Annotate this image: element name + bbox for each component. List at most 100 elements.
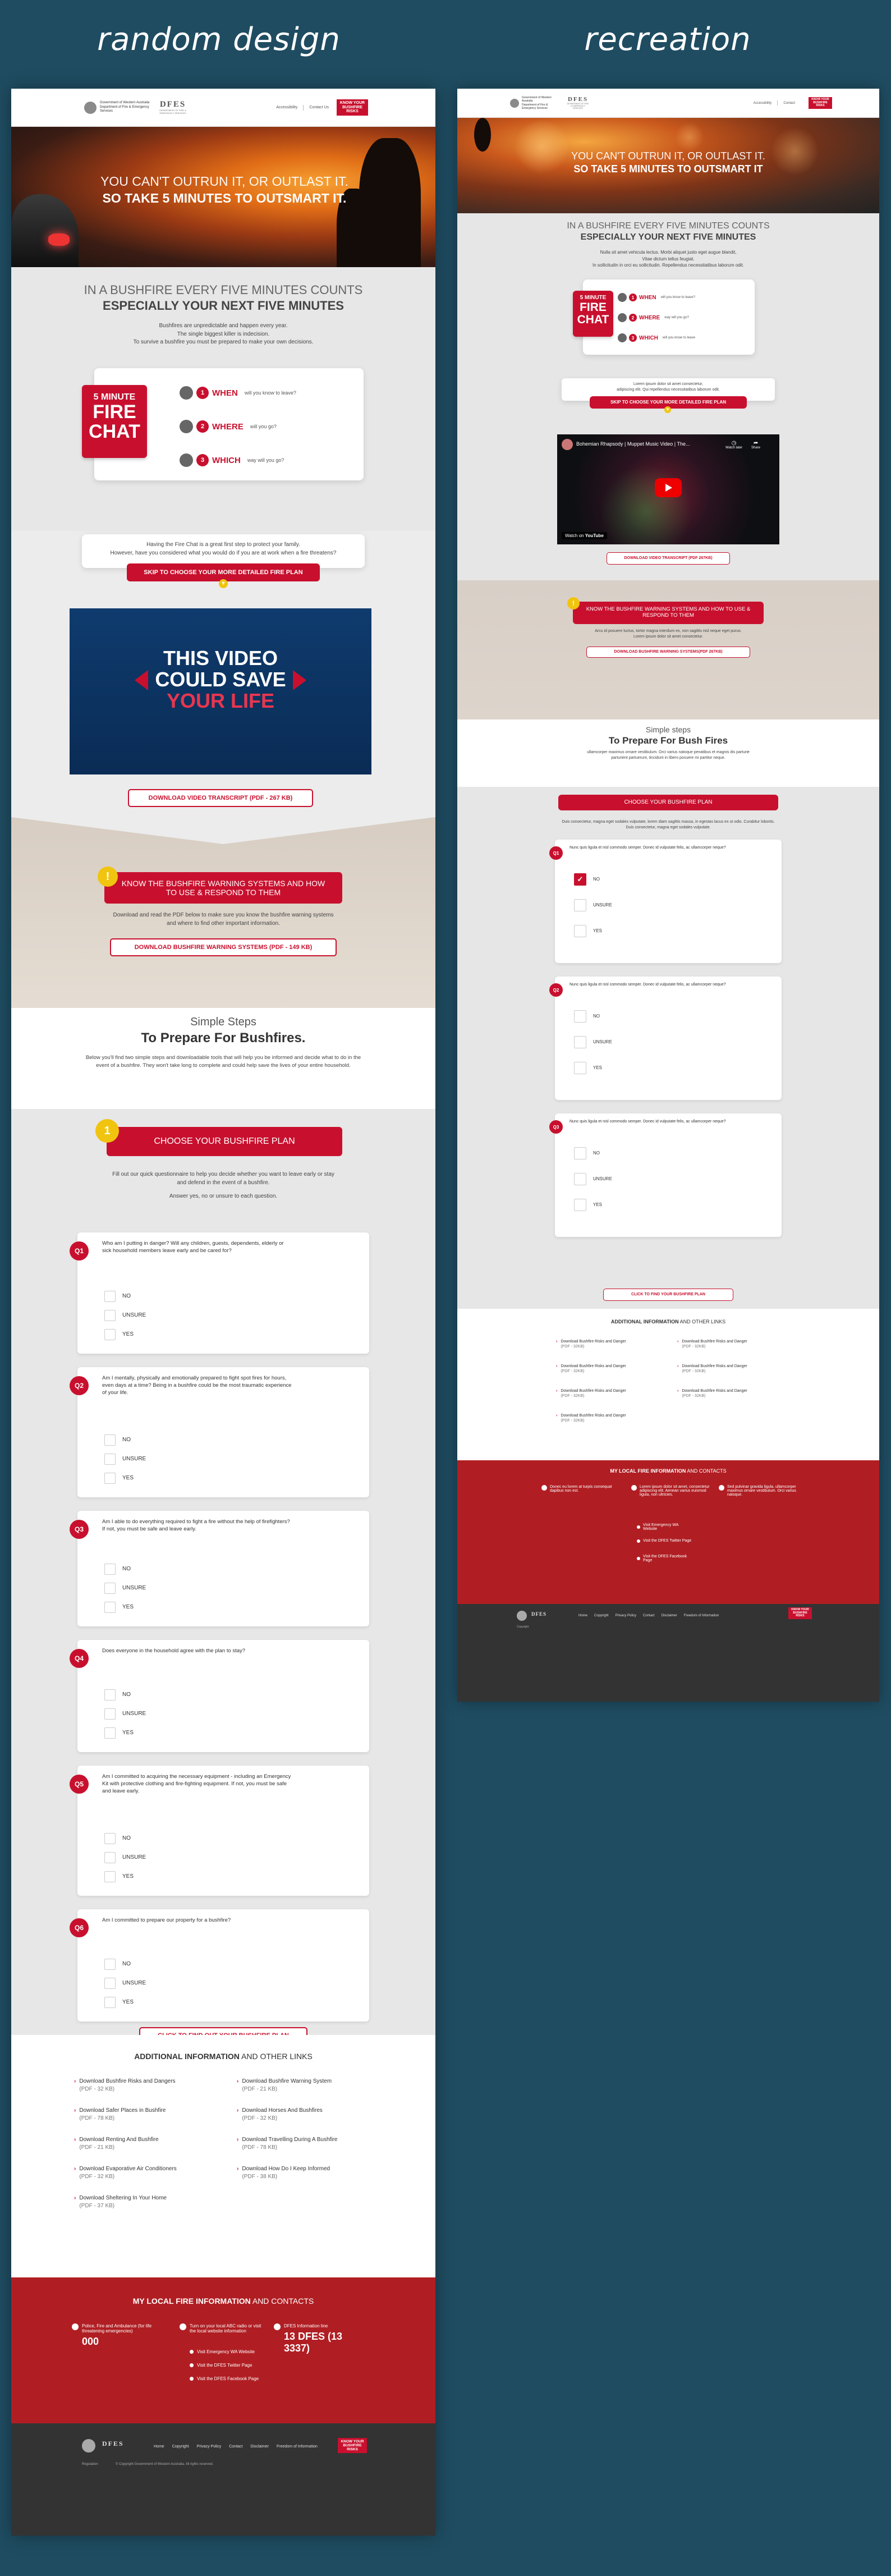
emergency-wa-link[interactable]: Visit Emergency WA Website bbox=[637, 1523, 693, 1531]
bushfire-risk-badge[interactable]: KNOW YOUR BUSHFIRE RISKS bbox=[809, 97, 832, 109]
download-link[interactable]: › Download How Do I Keep Informed (PDF - 3… bbox=[237, 2165, 330, 2180]
footer-link[interactable]: Copyright bbox=[594, 1614, 609, 1617]
download-link[interactable]: › Download Bushfire Risks and Dangers (PDF… bbox=[74, 2078, 176, 2093]
intro-heading-2: ESPECIALLY YOUR NEXT FIVE MINUTES bbox=[103, 299, 344, 313]
download-link[interactable]: › Download Bushfire Warning System (PDF - … bbox=[237, 2078, 332, 2093]
watch-later-button[interactable]: ◷ Watch later bbox=[725, 440, 742, 450]
footer-link[interactable]: Contact bbox=[229, 2445, 242, 2449]
nav-contact[interactable]: Contact bbox=[783, 102, 795, 105]
download-link[interactable]: › Download Horses And Bushfires (PDF - 32 … bbox=[237, 2107, 323, 2122]
footer-copyright: © Copyright Government of Western Austra… bbox=[116, 2463, 214, 2466]
download-link[interactable]: › Download Travelling During A Bushfire (P… bbox=[237, 2136, 337, 2151]
answer-checkbox[interactable] bbox=[574, 1036, 586, 1048]
answer-checkbox[interactable] bbox=[104, 1997, 116, 2008]
video-placeholder[interactable]: THIS VIDEO COULD SAVE YOUR LIFE bbox=[70, 608, 371, 774]
download-warning-systems-button[interactable]: DOWNLOAD BUSHFIRE WARNING SYSTEMS (PDF -… bbox=[110, 938, 337, 956]
answer-checkbox[interactable] bbox=[104, 1689, 116, 1700]
answer-checkbox[interactable] bbox=[104, 1454, 116, 1465]
share-button[interactable]: ➦ Share bbox=[751, 440, 760, 450]
footer-link[interactable]: Freedom of Information bbox=[684, 1614, 719, 1617]
video-slogan: THIS VIDEO COULD SAVE YOUR LIFE bbox=[70, 648, 371, 711]
answer-checkbox[interactable] bbox=[104, 1473, 116, 1484]
dfes-twitter-link[interactable]: Visit the DFES Twitter Page bbox=[190, 2363, 252, 2368]
footer-link[interactable]: Privacy Policy bbox=[197, 2445, 222, 2449]
answer-checkbox[interactable] bbox=[104, 1978, 116, 1989]
download-link[interactable]: › Download Evaporative Air Conditioners (P… bbox=[74, 2165, 177, 2180]
question-card: Q1 Who am I putting in danger? Will any c… bbox=[70, 1232, 369, 1354]
download-link[interactable]: › Download Renting And Bushfire (PDF - 21 … bbox=[74, 2136, 159, 2151]
answer-checkbox[interactable] bbox=[574, 899, 586, 911]
footer-link[interactable]: Privacy Policy bbox=[616, 1614, 636, 1617]
answer-checkbox[interactable] bbox=[104, 1708, 116, 1720]
answer-checkbox[interactable] bbox=[104, 1434, 116, 1446]
video-title[interactable]: Bohemian Rhapsody | Muppet Music Video |… bbox=[576, 441, 690, 447]
download-link[interactable]: › Download Bushfire Risks and Danger (PDF … bbox=[556, 1413, 626, 1424]
download-link[interactable]: › Download Safer Places in Bushfire (PDF -… bbox=[74, 2107, 166, 2122]
footer-link[interactable]: Home bbox=[578, 1614, 587, 1617]
arrow-right-icon bbox=[293, 670, 306, 690]
answer-checkbox[interactable] bbox=[574, 925, 586, 937]
dfes-twitter-link[interactable]: Visit the DFES Twitter Page bbox=[637, 1539, 693, 1543]
download-warning-systems-button[interactable]: DOWNLOAD BUSHFIRE WARNING SYSTEMS(PDF 26… bbox=[586, 647, 750, 658]
answer-checkbox[interactable]: ✓ bbox=[574, 873, 586, 886]
answer-checkbox[interactable] bbox=[104, 1727, 116, 1739]
answer-checkbox[interactable] bbox=[104, 1291, 116, 1302]
nav-accessibility[interactable]: Accessibility bbox=[276, 106, 297, 109]
download-link[interactable]: › Download Bushfire Risks and Danger (PDF … bbox=[677, 1364, 747, 1374]
answer-checkbox[interactable] bbox=[104, 1310, 116, 1321]
download-link[interactable]: › Download Bushfire Risks and Danger (PDF … bbox=[556, 1364, 626, 1374]
bullet-icon bbox=[190, 2350, 194, 2354]
dfes-info-line: DFES Information line 13 DFES (13 3337) bbox=[274, 2323, 369, 2354]
download-link[interactable]: › Download Bushfire Risks and Danger (PDF … bbox=[556, 1339, 626, 1350]
answer-checkbox[interactable] bbox=[574, 1199, 586, 1211]
chevron-down-icon: ▾ bbox=[219, 579, 228, 588]
footer-link[interactable]: Home bbox=[154, 2445, 164, 2449]
answer-checkbox[interactable] bbox=[574, 1062, 586, 1074]
video-player[interactable]: Bohemian Rhapsody | Muppet Music Video |… bbox=[557, 434, 779, 544]
question-text: Does everyone in the household agree wit… bbox=[102, 1648, 246, 1654]
footer-link[interactable]: Copyright bbox=[172, 2445, 189, 2449]
download-link[interactable]: › Download Sheltering In Your Home (PDF - … bbox=[74, 2194, 167, 2210]
download-link[interactable]: › Download Bushfire Risks and Danger (PDF … bbox=[677, 1339, 747, 1350]
footer-bushfire-badge[interactable]: KNOW YOUR BUSHFIRE RISKS bbox=[338, 2438, 367, 2454]
nav-contact-us[interactable]: Contact Us bbox=[309, 106, 329, 109]
download-transcript-button[interactable]: DOWNLOAD VIDEO TRANSCRIPT (PDF 267KB) bbox=[607, 552, 730, 565]
footer-link[interactable]: Disclaimer bbox=[662, 1614, 677, 1617]
footer-link[interactable]: Disclaimer bbox=[250, 2445, 269, 2449]
download-link[interactable]: › Download Bushfire Risks and Danger (PDF … bbox=[556, 1388, 626, 1399]
answer-checkbox[interactable] bbox=[104, 1602, 116, 1613]
download-link-size: (PDF - 32 KB) bbox=[79, 2173, 115, 2180]
play-button[interactable] bbox=[655, 478, 682, 497]
local-info-footer: MY LOCAL FIRE INFORMATION AND CONTACTS D… bbox=[457, 1460, 879, 1604]
answer-checkbox[interactable] bbox=[104, 1583, 116, 1594]
answer-checkbox[interactable] bbox=[104, 1833, 116, 1844]
answer-checkbox[interactable] bbox=[104, 1871, 116, 1882]
footer-link[interactable]: Contact bbox=[643, 1614, 655, 1617]
answer-checkbox[interactable] bbox=[574, 1173, 586, 1185]
share-label: Share bbox=[751, 446, 761, 450]
dfes-logo[interactable]: DFES DEPARTMENT OF FIRE & EMERGENCY SERV… bbox=[158, 100, 187, 115]
download-transcript-button[interactable]: DOWNLOAD VIDEO TRANSCRIPT (PDF - 267 KB) bbox=[128, 789, 313, 807]
dfes-facebook-link[interactable]: Visit the DFES Facebook Page bbox=[190, 2376, 259, 2381]
emergency-wa-link[interactable]: Visit Emergency WA Website bbox=[190, 2349, 255, 2354]
download-link-text: Download Bushfire Risks and Danger (PDF -… bbox=[682, 1364, 747, 1374]
bushfire-risk-badge[interactable]: KNOW YOUR BUSHFIRE RISKS bbox=[337, 99, 368, 116]
dfes-facebook-link[interactable]: Visit the DFES Facebook Page bbox=[637, 1555, 693, 1562]
footer-bushfire-badge[interactable]: KNOW YOUR BUSHFIRE RISKS bbox=[788, 1607, 812, 1619]
answer-checkbox[interactable] bbox=[104, 1959, 116, 1970]
answer-checkbox[interactable] bbox=[574, 1010, 586, 1023]
watch-on-youtube[interactable]: Watch on YouTube bbox=[562, 532, 607, 539]
answer-checkbox[interactable] bbox=[104, 1329, 116, 1340]
find-your-plan-button[interactable]: CLICK TO FIND YOUR BUSHFIRE PLAN bbox=[603, 1289, 733, 1301]
dfes-logo[interactable]: DFES DEPARTMENT OF FIRE & EMERGENCY SERV… bbox=[567, 97, 589, 110]
nav-accessibility[interactable]: Accessibility bbox=[754, 102, 772, 105]
govt-line-1: Government of Western Australia bbox=[100, 101, 150, 105]
download-link-text: Download Bushfire Risks and Danger (PDF -… bbox=[561, 1364, 626, 1374]
answer-checkbox[interactable] bbox=[574, 1147, 586, 1159]
plan-intro-line: Answer yes, no or unsure to each questio… bbox=[169, 1193, 278, 1199]
download-link[interactable]: › Download Bushfire Risks and Danger (PDF … bbox=[677, 1388, 747, 1399]
answer-checkbox[interactable] bbox=[104, 1564, 116, 1575]
answer-checkbox[interactable] bbox=[104, 1852, 116, 1863]
footer-link[interactable]: Freedom of Information bbox=[277, 2445, 318, 2449]
question-text: Who am I putting in danger? Will any chi… bbox=[102, 1240, 284, 1254]
